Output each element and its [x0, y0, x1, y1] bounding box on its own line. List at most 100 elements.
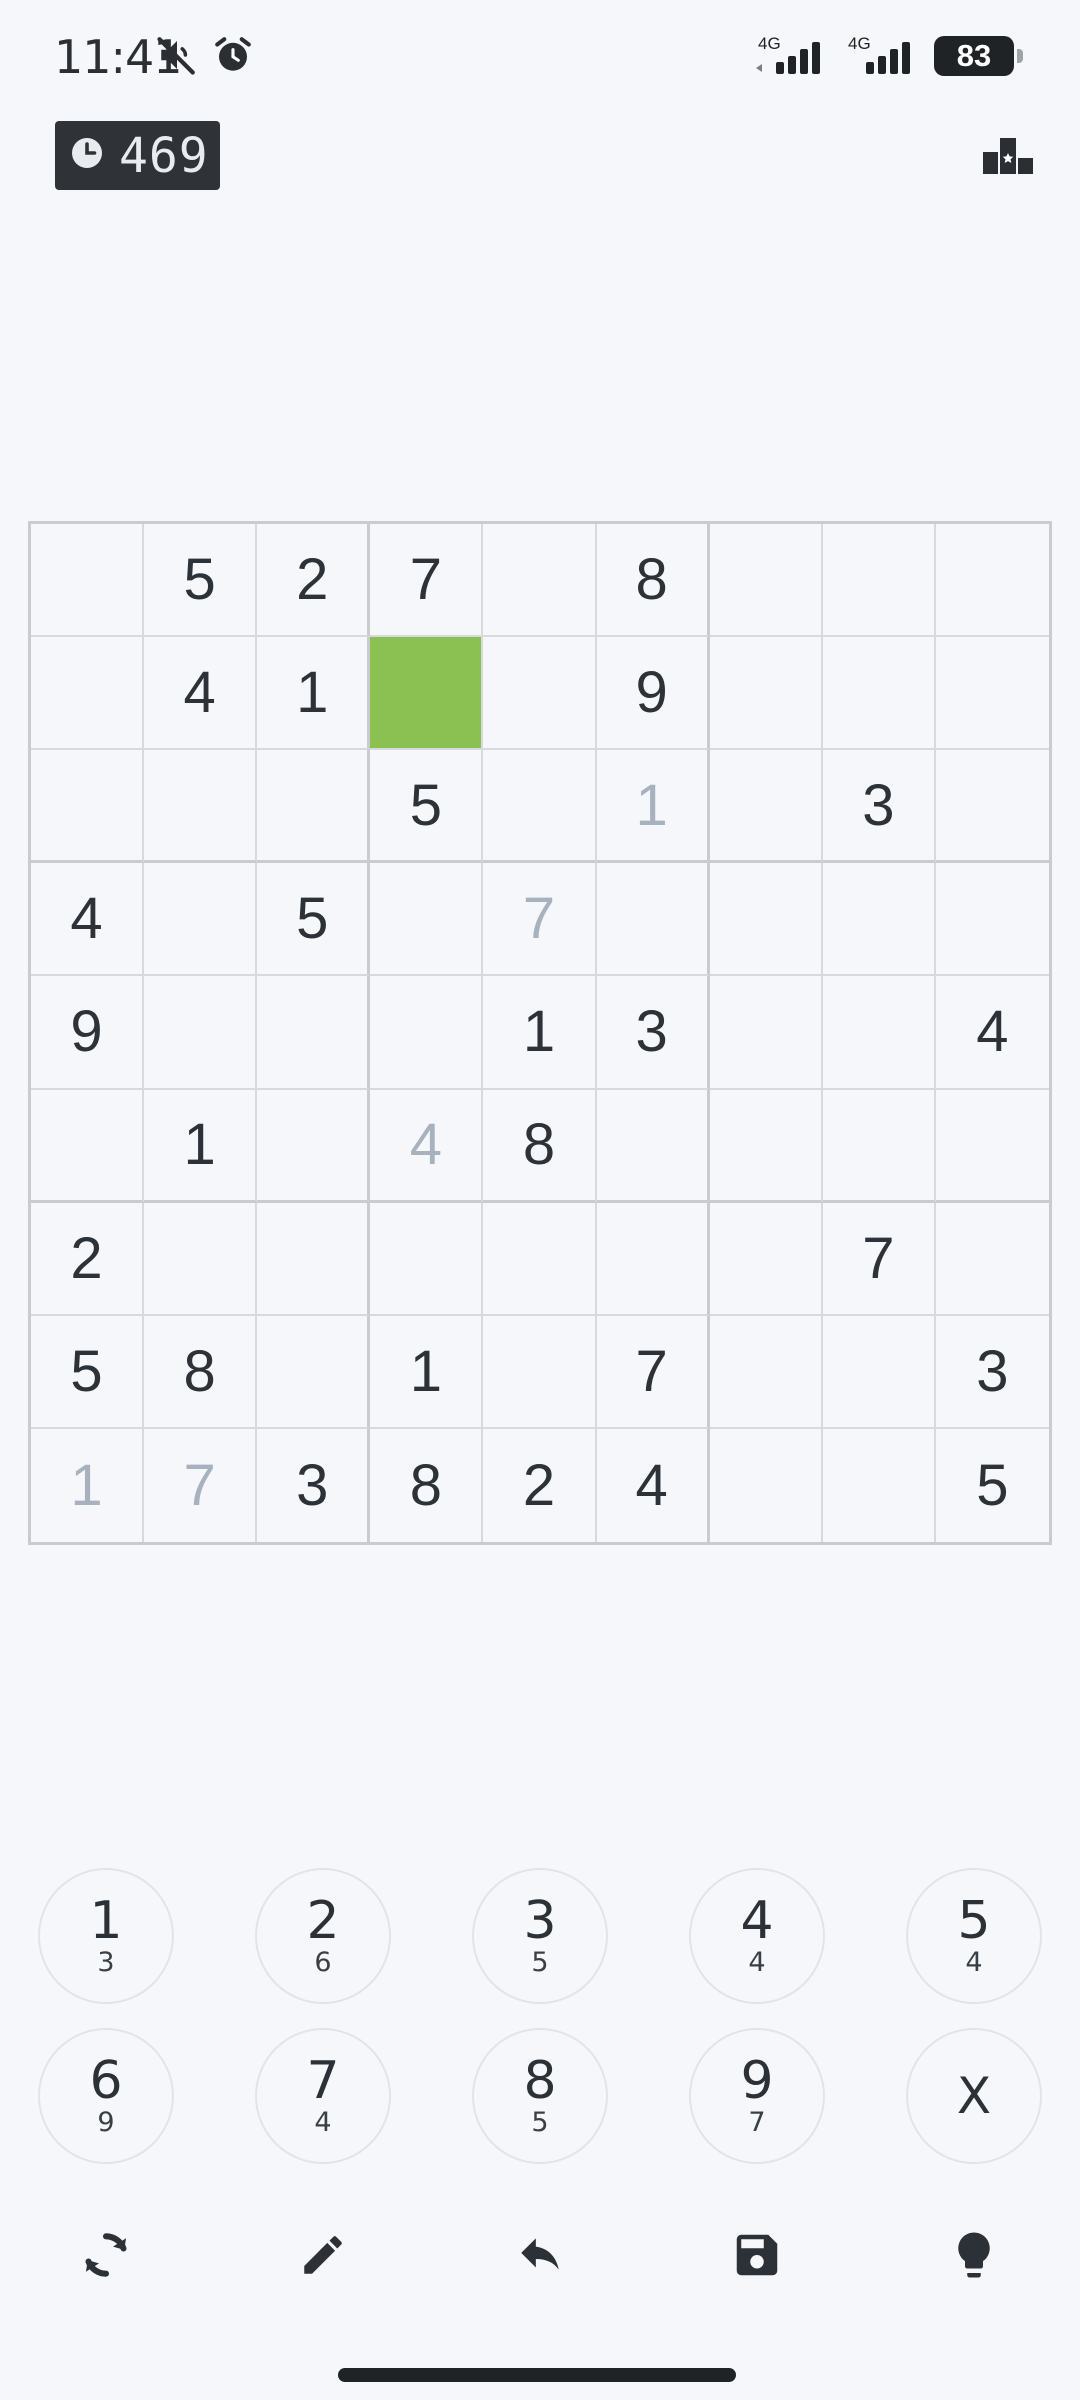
grid-cell[interactable]: 4	[144, 637, 258, 751]
grid-cell[interactable]	[483, 750, 597, 864]
grid-cell[interactable]: 9	[596, 637, 710, 751]
grid-cell[interactable]: 4	[370, 1089, 484, 1203]
grid-cell[interactable]: 7	[144, 1428, 258, 1542]
grid-cell[interactable]	[370, 976, 484, 1090]
grid-cell[interactable]	[709, 1315, 823, 1429]
hint-button[interactable]	[906, 2220, 1042, 2294]
grid-cell[interactable]: 1	[370, 1315, 484, 1429]
grid-cell[interactable]	[709, 863, 823, 977]
grid-cell[interactable]: 1	[483, 976, 597, 1090]
number-key-6[interactable]: 69	[38, 2028, 174, 2164]
number-key-8[interactable]: 85	[472, 2028, 608, 2164]
grid-cell[interactable]	[483, 524, 597, 638]
grid-cell[interactable]	[596, 863, 710, 977]
grid-cell[interactable]: 3	[596, 976, 710, 1090]
grid-cell[interactable]	[709, 524, 823, 638]
save-button[interactable]	[689, 2220, 825, 2294]
leaderboard-button[interactable]	[980, 130, 1036, 182]
grid-cell[interactable]	[822, 524, 936, 638]
grid-cell[interactable]	[709, 1089, 823, 1203]
grid-cell[interactable]	[483, 1315, 597, 1429]
grid-cell[interactable]: 3	[257, 1428, 371, 1542]
grid-cell[interactable]: 7	[596, 1315, 710, 1429]
grid-cell[interactable]	[709, 976, 823, 1090]
number-key-4[interactable]: 44	[689, 1868, 825, 2004]
grid-cell[interactable]: 2	[257, 524, 371, 638]
grid-cell[interactable]	[822, 1089, 936, 1203]
grid-cell[interactable]: 9	[31, 976, 145, 1090]
grid-cell[interactable]	[822, 637, 936, 751]
grid-cell[interactable]	[709, 750, 823, 864]
key-number: 7	[306, 2051, 340, 2111]
grid-cell[interactable]	[935, 750, 1049, 864]
grid-cell[interactable]	[144, 1202, 258, 1316]
grid-cell[interactable]: 5	[257, 863, 371, 977]
grid-cell[interactable]: 2	[483, 1428, 597, 1542]
number-key-3[interactable]: 35	[472, 1868, 608, 2004]
grid-cell[interactable]: 5	[144, 524, 258, 638]
grid-cell[interactable]	[257, 1202, 371, 1316]
grid-cell[interactable]	[935, 863, 1049, 977]
grid-cell[interactable]	[935, 524, 1049, 638]
pencil-notes-button[interactable]	[255, 2220, 391, 2294]
number-key-9[interactable]: 97	[689, 2028, 825, 2164]
clear-key[interactable]: X	[906, 2028, 1042, 2164]
grid-cell[interactable]	[257, 976, 371, 1090]
grid-cell[interactable]: 5	[31, 1315, 145, 1429]
grid-cell[interactable]: 8	[483, 1089, 597, 1203]
grid-cell[interactable]	[596, 1202, 710, 1316]
number-key-5[interactable]: 54	[906, 1868, 1042, 2004]
grid-cell[interactable]	[257, 1315, 371, 1429]
grid-cell[interactable]	[483, 637, 597, 751]
grid-cell[interactable]: 8	[596, 524, 710, 638]
grid-cell[interactable]: 8	[370, 1428, 484, 1542]
grid-cell[interactable]	[823, 1428, 936, 1542]
grid-cell[interactable]: 8	[144, 1315, 258, 1429]
grid-cell[interactable]	[257, 750, 371, 864]
grid-cell[interactable]	[370, 1202, 484, 1316]
grid-cell[interactable]	[31, 637, 145, 751]
grid-cell[interactable]: 7	[822, 1202, 936, 1316]
grid-cell[interactable]: 3	[935, 1316, 1049, 1429]
grid-cell[interactable]	[935, 1090, 1049, 1203]
grid-cell[interactable]: 5	[936, 1429, 1049, 1542]
grid-cell[interactable]	[822, 1315, 936, 1429]
grid-cell[interactable]	[935, 637, 1049, 751]
number-key-1[interactable]: 13	[38, 1868, 174, 2004]
grid-cell[interactable]: 1	[144, 1089, 258, 1203]
grid-cell[interactable]: 1	[257, 637, 371, 751]
number-key-2[interactable]: 26	[255, 1868, 391, 2004]
grid-cell[interactable]: 1	[31, 1428, 145, 1542]
grid-cell[interactable]	[31, 524, 145, 638]
bottom-toolbar	[38, 2220, 1042, 2294]
grid-cell[interactable]	[935, 1203, 1049, 1316]
restart-button[interactable]	[38, 2220, 174, 2294]
grid-cell[interactable]: 1	[596, 750, 710, 864]
home-indicator[interactable]	[338, 2368, 736, 2382]
grid-cell[interactable]: 2	[31, 1202, 145, 1316]
grid-cell[interactable]	[31, 1089, 145, 1203]
undo-button[interactable]	[472, 2220, 608, 2294]
grid-cell[interactable]	[144, 863, 258, 977]
grid-cell[interactable]	[596, 1089, 710, 1203]
grid-cell[interactable]: 3	[822, 750, 936, 864]
grid-cell[interactable]: 7	[370, 524, 484, 638]
grid-cell[interactable]	[822, 976, 936, 1090]
grid-cell[interactable]: 7	[483, 863, 597, 977]
grid-cell[interactable]	[483, 1202, 597, 1316]
grid-cell[interactable]	[710, 1428, 823, 1542]
grid-cell[interactable]	[822, 863, 936, 977]
grid-cell[interactable]: 5	[370, 750, 484, 864]
number-key-7[interactable]: 74	[255, 2028, 391, 2164]
grid-cell[interactable]	[31, 750, 145, 864]
grid-cell[interactable]	[257, 1089, 371, 1203]
grid-cell[interactable]	[709, 637, 823, 751]
grid-cell[interactable]	[709, 1202, 823, 1316]
grid-cell[interactable]	[370, 637, 484, 751]
grid-cell[interactable]	[144, 976, 258, 1090]
grid-cell[interactable]: 4	[597, 1428, 710, 1542]
grid-cell[interactable]: 4	[935, 976, 1049, 1090]
grid-cell[interactable]: 4	[31, 863, 145, 977]
grid-cell[interactable]	[144, 750, 258, 864]
grid-cell[interactable]	[370, 863, 484, 977]
